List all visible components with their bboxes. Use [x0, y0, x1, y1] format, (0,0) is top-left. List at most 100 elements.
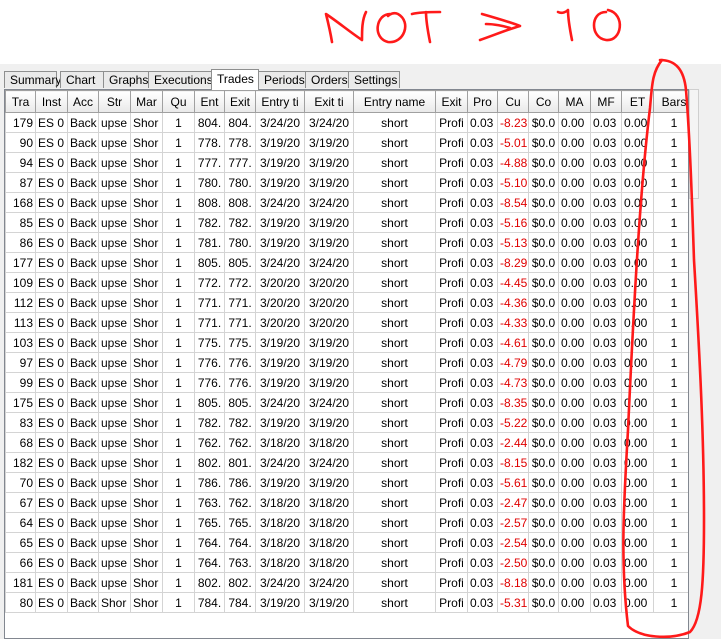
table-cell: ES 0 — [35, 132, 68, 153]
column-header[interactable]: Exit — [224, 90, 256, 113]
table-cell: -8.15 — [497, 452, 529, 473]
column-header[interactable]: Entry name — [353, 90, 436, 113]
table-cell: 3/19/20 — [304, 132, 354, 153]
vertical-scrollbar[interactable] — [689, 89, 699, 199]
table-cell: 1 — [162, 432, 195, 453]
column-header[interactable]: Tra — [5, 90, 36, 113]
table-cell: 0.03 — [590, 372, 622, 393]
table-cell: 3/24/20 — [255, 452, 305, 473]
table-cell: Back — [67, 472, 99, 493]
table-row[interactable]: 67 ES 0 Back upse Shor 1 763. 762. 3/18/20 3/18/2… — [5, 492, 688, 513]
table-row[interactable]: 68 ES 0 Back upse Shor 1 762. 762. 3/18/20 3/18/2… — [5, 432, 688, 453]
table-cell: 0.00 — [558, 592, 591, 613]
tab-graphs[interactable]: Graphs — [103, 71, 149, 88]
table-cell: ES 0 — [35, 552, 68, 573]
table-cell: short — [353, 592, 436, 613]
column-header[interactable]: Qu — [162, 90, 195, 113]
table-cell: $0.0 — [528, 452, 559, 473]
table-row[interactable]: 175 ES 0 Back upse Shor 1 805. 805. 3/24/20 3/24/… — [5, 392, 688, 413]
table-row[interactable]: 182 ES 0 Back upse Shor 1 802. 801. 3/24/20 3/24/… — [5, 452, 688, 473]
table-cell: 0.03 — [590, 472, 622, 493]
table-cell: 3/18/20 — [304, 492, 354, 513]
table-row[interactable]: 83 ES 0 Back upse Shor 1 782. 782. 3/19/20 3/19/2… — [5, 412, 688, 433]
column-header[interactable]: MF — [590, 90, 622, 113]
table-cell: ES 0 — [35, 412, 68, 433]
table-row[interactable]: 86 ES 0 Back upse Shor 1 781. 780. 3/19/20 3/19/2… — [5, 232, 688, 253]
table-cell: 3/24/20 — [304, 192, 354, 213]
table-cell: -5.10 — [497, 172, 529, 193]
table-row[interactable]: 112 ES 0 Back upse Shor 1 771. 771. 3/20/20 3/20/… — [5, 292, 688, 313]
column-header[interactable]: Bars — [653, 90, 688, 113]
tab-periods[interactable]: Periods — [258, 71, 306, 88]
table-cell: ES 0 — [35, 292, 68, 313]
table-cell: 1 — [162, 172, 195, 193]
table-row[interactable]: 109 ES 0 Back upse Shor 1 772. 772. 3/20/20 3/20/… — [5, 272, 688, 293]
table-cell: upse — [98, 132, 131, 153]
table-row[interactable]: 177 ES 0 Back upse Shor 1 805. 805. 3/24/20 3/24/… — [5, 252, 688, 273]
table-cell: 0.00 — [621, 132, 654, 153]
trades-grid[interactable]: Tra Inst Acc Str Mar Qu Ent Exit Entry ti Exit ti… — [4, 89, 689, 639]
column-header[interactable]: Co — [528, 90, 559, 113]
table-row[interactable]: 65 ES 0 Back upse Shor 1 764. 764. 3/18/20 3/18/2… — [5, 532, 688, 553]
table-cell: 0.00 — [558, 332, 591, 353]
table-cell: 3/24/20 — [304, 392, 354, 413]
column-header[interactable]: Exit ti — [304, 90, 354, 113]
table-cell: 3/24/20 — [255, 392, 305, 413]
table-row[interactable]: 64 ES 0 Back upse Shor 1 765. 765. 3/18/20 3/18/2… — [5, 512, 688, 533]
table-row[interactable]: 90 ES 0 Back upse Shor 1 778. 778. 3/19/20 3/19/2… — [5, 132, 688, 153]
column-header[interactable]: Str — [98, 90, 131, 113]
table-cell: short — [353, 392, 436, 413]
table-row[interactable]: 113 ES 0 Back upse Shor 1 771. 771. 3/20/20 3/20/… — [5, 312, 688, 333]
column-header[interactable]: Ent — [194, 90, 225, 113]
table-cell: Shor — [130, 112, 163, 133]
table-row[interactable]: 94 ES 0 Back upse Shor 1 777. 777. 3/19/20 3/19/2… — [5, 152, 688, 173]
table-cell: 0.00 — [558, 492, 591, 513]
table-cell: 1 — [653, 492, 688, 513]
column-header[interactable]: Mar — [130, 90, 163, 113]
table-row[interactable]: 97 ES 0 Back upse Shor 1 776. 776. 3/19/20 3/19/2… — [5, 352, 688, 373]
table-cell: $0.0 — [528, 292, 559, 313]
table-row[interactable]: 168 ES 0 Back upse Shor 1 808. 808. 3/24/20 3/24/… — [5, 192, 688, 213]
tab-settings[interactable]: Settings — [348, 71, 400, 88]
table-cell: 0.00 — [558, 412, 591, 433]
table-cell: 0.03 — [590, 292, 622, 313]
table-row[interactable]: 179 ES 0 Back upse Shor 1 804. 804. 3/24/20 3/24/… — [5, 112, 688, 133]
table-cell: 1 — [653, 232, 688, 253]
table-cell: Shor — [130, 532, 163, 553]
table-cell: short — [353, 412, 436, 433]
table-cell: 1 — [653, 272, 688, 293]
table-cell: 3/18/20 — [255, 552, 305, 573]
table-row[interactable]: 181 ES 0 Back upse Shor 1 802. 802. 3/24/20 3/24/… — [5, 572, 688, 593]
column-header[interactable]: Cu — [497, 90, 529, 113]
table-row[interactable]: 99 ES 0 Back upse Shor 1 776. 776. 3/19/20 3/19/2… — [5, 372, 688, 393]
table-cell: 1 — [653, 432, 688, 453]
table-row[interactable]: 87 ES 0 Back upse Shor 1 780. 780. 3/19/20 3/19/2… — [5, 172, 688, 193]
table-row[interactable]: 103 ES 0 Back upse Shor 1 775. 775. 3/19/20 3/19/… — [5, 332, 688, 353]
tab-orders[interactable]: Orders — [305, 71, 349, 88]
column-header[interactable]: Acc — [67, 90, 99, 113]
tab-trades[interactable]: Trades — [211, 69, 259, 90]
tab-chart[interactable]: Chart — [60, 71, 104, 88]
column-header[interactable]: Inst — [35, 90, 68, 113]
table-cell: 777. — [224, 152, 256, 173]
table-cell: 1 — [162, 392, 195, 413]
column-header[interactable]: Exit — [435, 90, 468, 113]
table-cell: 3/19/20 — [255, 132, 305, 153]
table-row[interactable]: 80 ES 0 Back Shor Shor 1 784. 784. 3/19/20 3/19/2… — [5, 592, 688, 613]
tab-summary[interactable]: Summary — [4, 71, 61, 88]
column-header[interactable]: ET — [621, 90, 654, 113]
column-header[interactable]: Entry ti — [255, 90, 305, 113]
table-row[interactable]: 66 ES 0 Back upse Shor 1 764. 763. 3/18/20 3/18/2… — [5, 552, 688, 573]
table-row[interactable]: 85 ES 0 Back upse Shor 1 782. 782. 3/19/20 3/19/2… — [5, 212, 688, 233]
table-cell: 764. — [224, 532, 256, 553]
table-cell: 1 — [162, 352, 195, 373]
table-cell: 97 — [5, 352, 36, 373]
column-header[interactable]: Pro — [467, 90, 498, 113]
table-cell: 0.03 — [467, 212, 498, 233]
table-cell: Shor — [130, 332, 163, 353]
tab-executions[interactable]: Executions — [148, 71, 213, 88]
column-header[interactable]: MA — [558, 90, 591, 113]
table-row[interactable]: 70 ES 0 Back upse Shor 1 786. 786. 3/19/20 3/19/2… — [5, 472, 688, 493]
table-cell: 0.00 — [621, 152, 654, 173]
table-cell: 1 — [653, 132, 688, 153]
